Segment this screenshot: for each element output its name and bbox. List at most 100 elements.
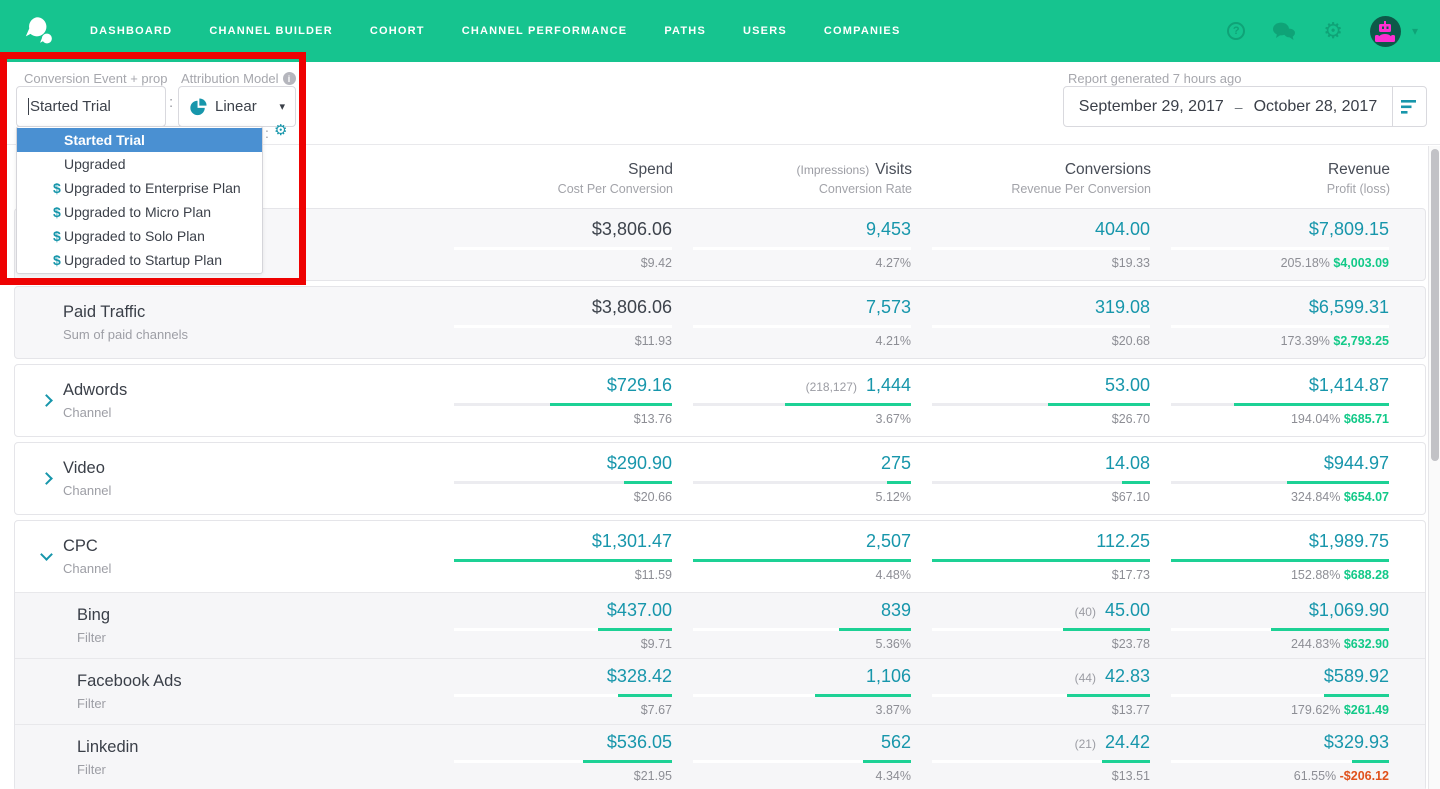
column-header-spend: Spend Cost Per Conversion [455,161,673,196]
value-prefix: (218,127) [805,380,857,394]
column-prefix: (Impressions) [796,163,870,177]
cell-value[interactable]: 24.42 [1105,732,1150,753]
value-bar-fill [1271,628,1389,631]
dropdown-item-label: Upgraded to Enterprise Plan [64,180,241,196]
table-row-facebook-ads[interactable]: Facebook Ads Filter $328.42 $7.67 1,106 3.87%… [15,658,1425,724]
cell-value[interactable]: $6,599.31 [1309,297,1389,318]
cell-value[interactable]: 1,106 [866,666,911,687]
messages-icon[interactable] [1272,21,1296,41]
value-bar [932,559,1150,562]
nav-item-dashboard[interactable]: DASHBOARD [90,25,172,37]
dropdown-item-upgraded-to-micro-plan[interactable]: $ Upgraded to Micro Plan [17,200,262,224]
profit-value: $632.90 [1343,637,1389,651]
cell-value[interactable]: $1,414.87 [1309,375,1389,396]
cell-value[interactable]: 53.00 [1105,375,1150,396]
table-row-paid-traffic[interactable]: Paid Traffic Sum of paid channels $3,806.0… [15,287,1425,358]
cell-subvalue: $23.78 [1111,637,1150,651]
cell-value[interactable]: $329.93 [1324,732,1389,753]
help-icon[interactable]: ? [1227,22,1246,40]
cell-value[interactable]: $3,806.06 [592,219,672,240]
date-range-picker[interactable]: September 29, 2017 – October 28, 2017 [1063,86,1427,127]
conversion-event-input[interactable]: Started Trial [16,86,166,127]
value-bar-fill [1047,403,1150,406]
cell-value[interactable]: 562 [881,732,911,753]
cell-value[interactable]: 404.00 [1095,219,1150,240]
table-row-adwords[interactable]: Adwords Channel $729.16 $13.76 (218,127) 1,44… [15,365,1425,436]
attribution-logo[interactable] [22,14,56,48]
cell-value[interactable]: $1,301.47 [592,531,672,552]
cell-value[interactable]: 45.00 [1105,600,1150,621]
cell-value[interactable]: 319.08 [1095,297,1150,318]
cell-value[interactable]: $729.16 [607,375,672,396]
value-cell: 9,453 4.27% [693,209,911,280]
cell-subvalue: 152.88% $688.28 [1291,568,1389,582]
cell-value[interactable]: $437.00 [607,600,672,621]
nav-menu: DASHBOARD CHANNEL BUILDER COHORT CHANNEL PE… [90,25,901,37]
nav-item-channel-builder[interactable]: CHANNEL BUILDER [209,25,333,37]
user-avatar[interactable] [1369,15,1401,47]
cell-value[interactable]: 839 [881,600,911,621]
row-subtitle: Channel [63,561,112,576]
cell-value[interactable]: $328.42 [607,666,672,687]
second-row-separator: : [265,125,269,141]
cell-value[interactable]: 42.83 [1105,666,1150,687]
dropdown-item-upgraded-to-enterprise-plan[interactable]: $ Upgraded to Enterprise Plan [17,176,262,200]
value-bar [932,481,1150,484]
nav-item-users[interactable]: USERS [743,25,787,37]
cell-value[interactable]: $7,809.15 [1309,219,1389,240]
value-bar [454,481,672,484]
table-row-linkedin[interactable]: Linkedin Filter $536.05 $21.95 562 4.34% (21) 2… [15,724,1425,789]
cell-value[interactable]: $3,806.06 [592,297,672,318]
value-cell: $1,301.47 $11.59 [454,521,672,592]
dropdown-item-upgraded-to-startup-plan[interactable]: $ Upgraded to Startup Plan [17,248,262,272]
profit-percent: 244.83% [1290,637,1344,651]
value-bar [932,760,1150,763]
value-cell: 404.00 $19.33 [932,209,1150,280]
value-bar-fill [454,559,672,562]
cell-value[interactable]: 9,453 [866,219,911,240]
table-row-bing[interactable]: Bing Filter $437.00 $9.71 839 5.36% (40) 45.00 $… [15,592,1425,658]
cell-value[interactable]: $1,989.75 [1309,531,1389,552]
cell-value[interactable]: 14.08 [1105,453,1150,474]
scrollbar-thumb[interactable] [1431,149,1439,461]
nav-item-paths[interactable]: PATHS [664,25,706,37]
column-header-revenue: Revenue Profit (loss) [1172,161,1390,196]
cell-value[interactable]: 7,573 [866,297,911,318]
nav-item-channel-performance[interactable]: CHANNEL PERFORMANCE [462,25,628,37]
dropdown-item-upgraded[interactable]: Upgraded [17,152,262,176]
row-title: Video [63,459,105,477]
cell-value[interactable]: $1,069.90 [1309,600,1389,621]
channel-card: Video Channel $290.90 $20.66 275 5.12% 14.08 $6… [14,442,1426,515]
value-cell: $328.42 $7.67 [454,659,672,724]
channel-settings-gear-icon[interactable]: ⚙ [274,123,287,138]
row-title: Paid Traffic [63,303,146,321]
dropdown-item-started-trial[interactable]: Started Trial [17,128,262,152]
row-subtitle: Channel [63,483,112,498]
top-nav: DASHBOARD CHANNEL BUILDER COHORT CHANNEL PE… [0,0,1440,62]
settings-icon[interactable]: ⚙ [1323,20,1343,42]
cell-value[interactable]: 112.25 [1096,531,1150,552]
cell-subvalue: $11.93 [634,334,672,348]
filter-bar: Conversion Event + prop Attribution Mode… [0,62,1440,274]
cell-value[interactable]: 2,507 [866,531,911,552]
nav-item-cohort[interactable]: COHORT [370,25,425,37]
profit-value: $685.71 [1343,412,1389,426]
cell-value[interactable]: $536.05 [607,732,672,753]
dollar-icon: $ [53,252,61,268]
nav-item-companies[interactable]: COMPANIES [824,25,901,37]
cell-value[interactable]: 275 [881,453,911,474]
table-row-video[interactable]: Video Channel $290.90 $20.66 275 5.12% 14.08 $6… [15,443,1425,514]
column-title-text: Visits [875,161,912,178]
cell-value[interactable]: $589.92 [1324,666,1389,687]
attribution-model-select[interactable]: Linear ▾ [178,86,296,127]
dollar-icon: $ [53,180,61,196]
cell-value[interactable]: $290.90 [607,453,672,474]
dropdown-item-upgraded-to-solo-plan[interactable]: $ Upgraded to Solo Plan [17,224,262,248]
cell-subvalue: 3.67% [875,412,911,426]
cell-value[interactable]: 1,444 [866,375,911,396]
caret-down-icon[interactable]: ▾ [1412,24,1418,38]
cell-value[interactable]: $944.97 [1324,453,1389,474]
date-filter-button[interactable] [1392,87,1426,126]
table-row-cpc[interactable]: CPC Channel $1,301.47 $11.59 2,507 4.48% 112.2… [15,521,1425,592]
info-icon[interactable]: i [282,72,296,85]
